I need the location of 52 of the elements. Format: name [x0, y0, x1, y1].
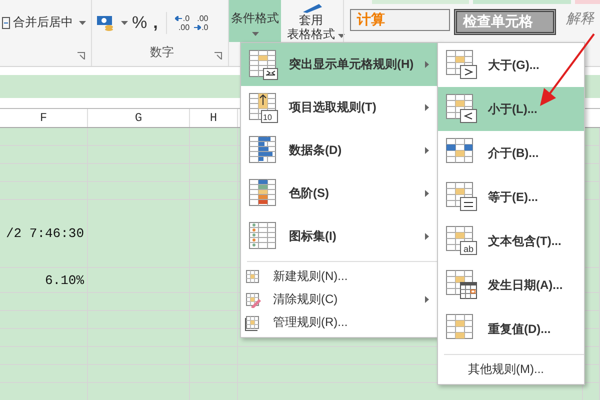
- currency-icon[interactable]: [96, 15, 114, 31]
- menu-item[interactable]: 等于(E)...: [438, 175, 584, 219]
- dialog-launcher-icon[interactable]: [214, 52, 222, 60]
- right-arrow-icon: [194, 25, 201, 30]
- menu-item[interactable]: 其他规则(M)...: [438, 358, 584, 380]
- colorscale-icon: [249, 178, 279, 208]
- column-header[interactable]: F: [0, 109, 88, 127]
- menu-item[interactable]: 介于(B)...: [438, 131, 584, 175]
- menu-item[interactable]: 图标集(I): [241, 215, 439, 258]
- cell-value: /2 7:46:30: [6, 226, 84, 241]
- iconset-icon: [249, 222, 279, 252]
- menu-item[interactable]: 数据条(D): [241, 129, 439, 172]
- cell-style[interactable]: 解释: [560, 9, 600, 29]
- menu-item[interactable]: 大于(G)...: [438, 43, 584, 87]
- increase-decimal-button[interactable]: .0 .00: [174, 14, 190, 32]
- less-rule-icon: [446, 94, 478, 124]
- merge-icon: [2, 16, 10, 28]
- cell-value: 6.10%: [44, 272, 84, 288]
- style-swatch[interactable]: [575, 0, 600, 4]
- manage-rule-icon: [245, 314, 261, 330]
- merge-center-button[interactable]: 合并后居中: [0, 14, 88, 31]
- caret-icon[interactable]: [121, 21, 128, 25]
- group-label: 数字: [150, 44, 174, 61]
- menu-item[interactable]: 小于(L)...: [438, 87, 584, 131]
- databar-icon: [249, 136, 279, 166]
- menu-item[interactable]: 发生日期(A)...: [438, 263, 584, 307]
- menu-item[interactable]: 清除规则(C): [241, 288, 439, 311]
- menu-item[interactable]: 突出显示单元格规则(H): [241, 43, 439, 86]
- caret-icon: [252, 32, 259, 36]
- greater-rule-icon: [446, 50, 478, 80]
- clear-rule-icon: [245, 292, 261, 308]
- top10-icon: 10: [249, 92, 279, 122]
- conditional-format-button[interactable]: 条件格式: [229, 0, 281, 42]
- percent-button[interactable]: %: [132, 13, 148, 33]
- menu-item[interactable]: ab 文本包含(T)...: [438, 219, 584, 263]
- menu-item[interactable]: 新建规则(N)...: [241, 265, 439, 288]
- menu-item[interactable]: 色阶(S): [241, 172, 439, 215]
- menu-item[interactable]: 管理规则(R)...: [241, 311, 439, 334]
- new-rule-icon: [245, 268, 261, 284]
- dialog-launcher-icon[interactable]: [77, 52, 86, 60]
- date-rule-icon: [446, 270, 478, 300]
- highlight-icon: [249, 50, 279, 80]
- menu-item[interactable]: 重复值(D)...: [438, 307, 584, 351]
- style-swatch[interactable]: [473, 0, 571, 4]
- equal-rule-icon: [446, 182, 478, 212]
- menu-item[interactable]: 10 项目选取规则(T): [241, 86, 439, 129]
- column-header[interactable]: H: [190, 109, 238, 127]
- decrease-decimal-button[interactable]: .00 .0: [194, 14, 208, 32]
- caret-icon: [79, 20, 86, 24]
- left-arrow-icon: [174, 16, 182, 21]
- column-header[interactable]: G: [88, 109, 190, 127]
- comma-button[interactable]: ,: [153, 13, 158, 33]
